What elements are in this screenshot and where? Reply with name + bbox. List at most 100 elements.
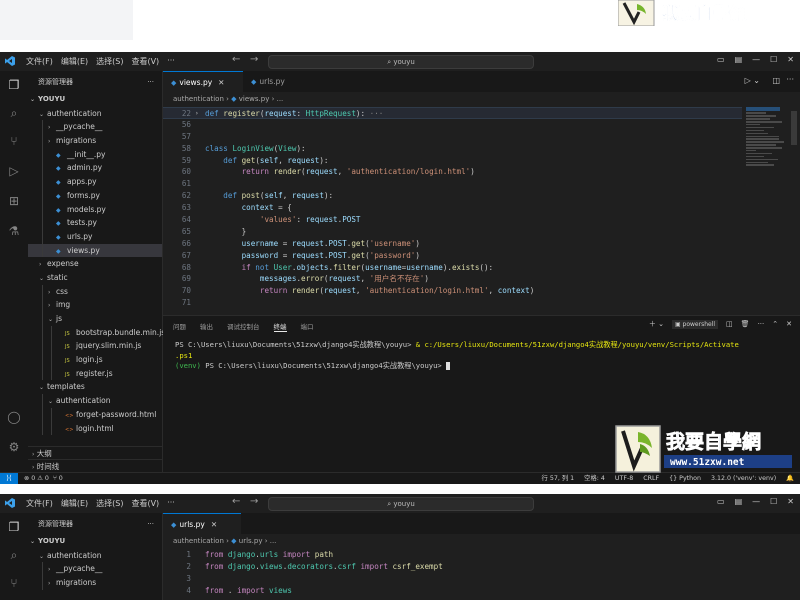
- tree-folder[interactable]: ⌄ authentication: [28, 394, 162, 408]
- explorer-icon[interactable]: ❐: [6, 77, 22, 93]
- panel-tab-output[interactable]: 输出: [200, 321, 213, 332]
- tab-urls-py[interactable]: ◆ urls.py: [243, 71, 313, 92]
- code-editor[interactable]: 22 › def register(request: HttpRequest): ·…: [163, 107, 742, 309]
- back-arrow-icon[interactable]: ←: [232, 496, 240, 507]
- menu-more[interactable]: ···: [167, 498, 175, 509]
- tree-file[interactable]: ◆ models.py: [28, 202, 162, 217]
- more-actions-icon[interactable]: ···: [147, 71, 154, 93]
- tree-file[interactable]: <> forget-password.html: [28, 407, 162, 422]
- tree-file[interactable]: <> login.html: [28, 421, 162, 436]
- split-terminal-icon[interactable]: ◫: [726, 320, 733, 328]
- encoding[interactable]: UTF-8: [615, 473, 633, 484]
- menu-selection[interactable]: 选择(S): [96, 56, 123, 67]
- tree-file[interactable]: JS login.js: [28, 353, 162, 367]
- account-icon[interactable]: ◯: [6, 409, 22, 425]
- tree-folder[interactable]: ⌄ YOUYU: [28, 93, 162, 107]
- breadcrumb-symbol[interactable]: ...: [270, 537, 277, 545]
- python-interpreter[interactable]: 3.12.0 ('venv': venv): [711, 473, 776, 484]
- shell-selector[interactable]: ▣ powershell: [671, 319, 719, 329]
- search-icon[interactable]: ⌕: [6, 547, 22, 563]
- explorer-icon[interactable]: ❐: [6, 519, 22, 535]
- cursor-position[interactable]: 行 57, 列 1: [542, 473, 575, 484]
- menu-selection[interactable]: 选择(S): [96, 498, 123, 509]
- tree-file[interactable]: ◆ forms.py: [28, 188, 162, 203]
- minimap[interactable]: [746, 107, 786, 197]
- tab-urls-py[interactable]: ◆ urls.py ✕: [163, 513, 241, 534]
- layout-icon[interactable]: ▭: [717, 55, 725, 64]
- problems-count[interactable]: ⊗ 0 ⚠ 0: [24, 475, 49, 482]
- maximize-icon[interactable]: ☐: [770, 55, 777, 64]
- command-center-search[interactable]: ⌕ youyu: [268, 55, 534, 69]
- settings-gear-icon[interactable]: ⚙: [6, 439, 22, 455]
- tab-close-icon[interactable]: ✕: [211, 520, 217, 529]
- tree-folder[interactable]: ⌄ templates: [28, 380, 162, 394]
- tree-folder[interactable]: › __pycache__: [28, 120, 162, 135]
- tree-file[interactable]: JS register.js: [28, 366, 162, 381]
- tree-folder[interactable]: › migrations: [28, 576, 162, 590]
- maximize-panel-icon[interactable]: ⌃: [772, 320, 778, 328]
- close-icon[interactable]: ✕: [787, 497, 794, 506]
- breadcrumb-file[interactable]: views.py: [239, 95, 270, 103]
- notifications-bell-icon[interactable]: 🔔: [786, 473, 794, 484]
- tab-views-py[interactable]: ◆ views.py ✕: [163, 71, 243, 92]
- extensions-icon[interactable]: ⊞: [6, 193, 22, 209]
- minimize-icon[interactable]: —: [752, 55, 760, 64]
- trash-icon[interactable]: 🗑: [741, 320, 750, 328]
- tree-folder[interactable]: ⌄ static: [28, 271, 162, 285]
- search-icon[interactable]: ⌕: [6, 105, 22, 121]
- tree-folder[interactable]: › __pycache__: [28, 562, 162, 577]
- tree-folder[interactable]: › css: [28, 284, 162, 299]
- close-panel-icon[interactable]: ✕: [786, 320, 792, 328]
- panel-tab-terminal[interactable]: 终端: [273, 321, 287, 332]
- menu-more[interactable]: ···: [167, 56, 175, 67]
- back-arrow-icon[interactable]: ←: [232, 54, 240, 65]
- menu-view[interactable]: 查看(V): [131, 56, 159, 67]
- ports-count[interactable]: ⑂ 0: [53, 475, 63, 482]
- new-terminal-icon[interactable]: ＋ ⌄: [649, 319, 664, 329]
- forward-arrow-icon[interactable]: →: [250, 54, 258, 65]
- minimize-icon[interactable]: —: [752, 497, 760, 506]
- tree-folder[interactable]: › migrations: [28, 134, 162, 148]
- menu-view[interactable]: 查看(V): [131, 498, 159, 509]
- tree-file[interactable]: ◆ admin.py: [28, 161, 162, 176]
- panel-toggle-icon[interactable]: ▤: [735, 55, 743, 64]
- timeline-section[interactable]: › 时间线: [28, 459, 162, 473]
- line-ending[interactable]: CRLF: [643, 473, 659, 484]
- tree-file[interactable]: ◆ views.py: [28, 243, 162, 258]
- outline-section[interactable]: › 大纲: [28, 446, 162, 460]
- editor-more-icon[interactable]: ···: [786, 75, 794, 84]
- more-actions-icon[interactable]: ···: [147, 513, 154, 535]
- indentation[interactable]: 空格: 4: [584, 473, 605, 484]
- code-editor[interactable]: 1 from django.urls import path 2 from djang…: [163, 549, 742, 597]
- panel-tab-ports[interactable]: 端口: [301, 321, 314, 332]
- panel-tab-debug-console[interactable]: 调试控制台: [227, 321, 260, 332]
- tree-folder[interactable]: › expense: [28, 257, 162, 271]
- panel-more-icon[interactable]: ···: [758, 320, 765, 328]
- panel-tab-problems[interactable]: 问题: [173, 321, 186, 332]
- testing-icon[interactable]: ⚗: [6, 223, 22, 239]
- close-icon[interactable]: ✕: [787, 55, 794, 64]
- menu-edit[interactable]: 编辑(E): [61, 56, 88, 67]
- tree-folder[interactable]: ⌄ js: [28, 312, 162, 326]
- tree-folder[interactable]: ⌄ authentication: [28, 107, 162, 121]
- breadcrumb-symbol[interactable]: ...: [277, 95, 284, 103]
- breadcrumb-folder[interactable]: authentication: [173, 537, 224, 545]
- tree-file[interactable]: JS bootstrap.bundle.min.js: [28, 325, 165, 340]
- forward-arrow-icon[interactable]: →: [250, 496, 258, 507]
- tree-folder[interactable]: ⌄ authentication: [28, 549, 162, 563]
- breadcrumb-folder[interactable]: authentication: [173, 95, 224, 103]
- tab-close-icon[interactable]: ✕: [218, 78, 224, 87]
- tree-file[interactable]: JS jquery.slim.min.js: [28, 339, 162, 354]
- source-control-icon[interactable]: ⑂: [6, 575, 22, 591]
- command-center-search[interactable]: ⌕ youyu: [268, 497, 534, 511]
- run-python-icon[interactable]: ▷ ⌄: [745, 76, 760, 85]
- tree-file[interactable]: ◆ apps.py: [28, 175, 162, 189]
- source-control-icon[interactable]: ⑂: [6, 133, 22, 149]
- menu-file[interactable]: 文件(F): [26, 56, 53, 67]
- panel-toggle-icon[interactable]: ▤: [735, 497, 743, 506]
- remote-icon[interactable]: ⟩⟨: [0, 473, 18, 484]
- layout-icon[interactable]: ▭: [717, 497, 725, 506]
- language-mode[interactable]: {} Python: [669, 473, 701, 484]
- maximize-icon[interactable]: ☐: [770, 497, 777, 506]
- tree-folder[interactable]: › img: [28, 298, 162, 312]
